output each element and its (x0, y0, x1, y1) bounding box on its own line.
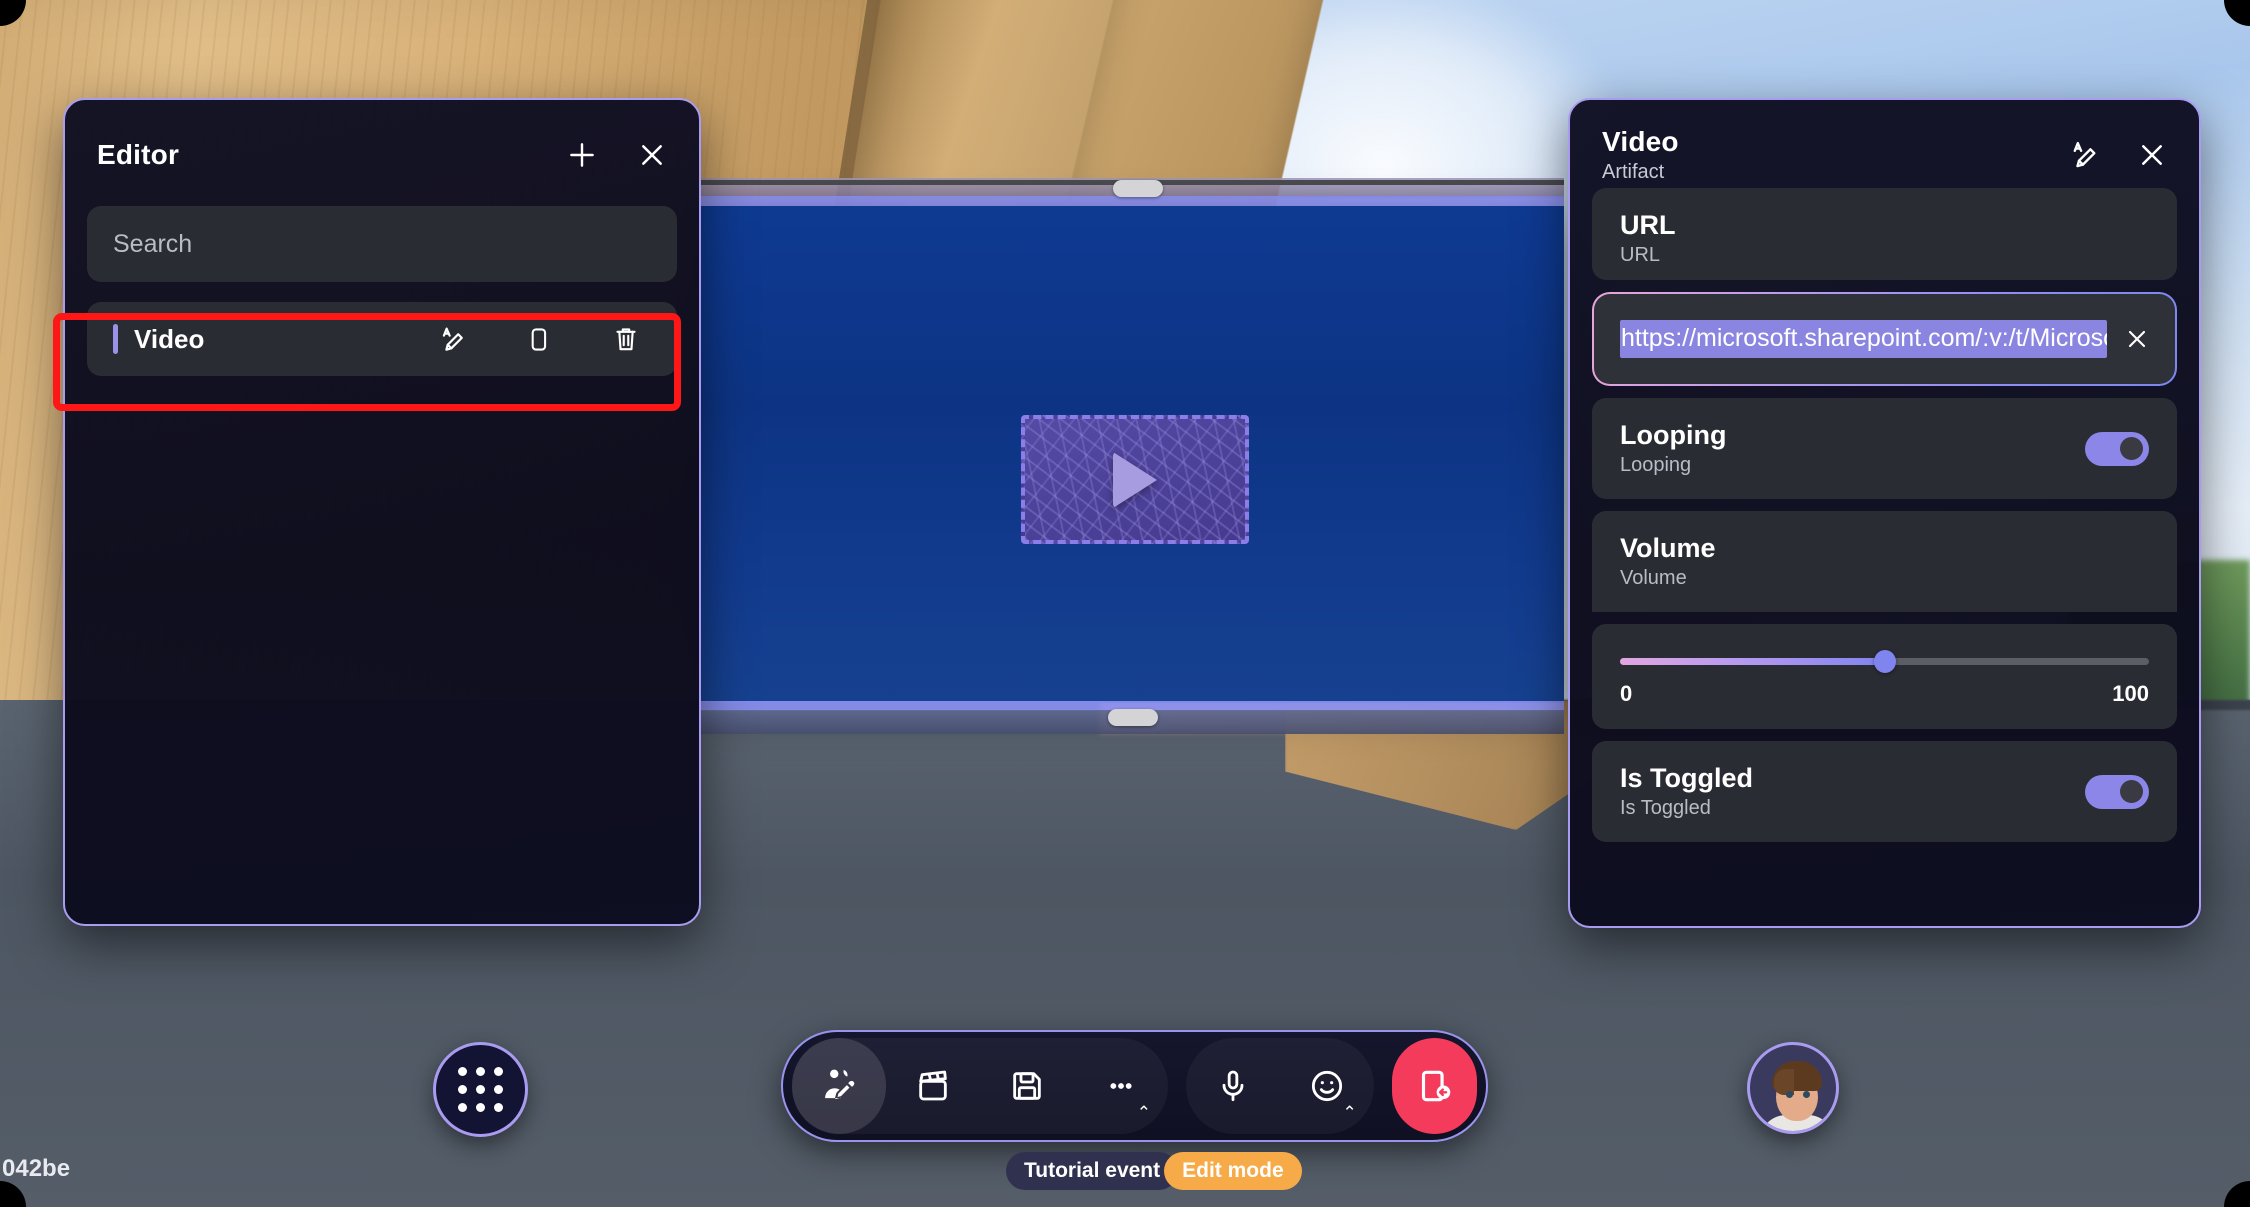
toolbar-group-right: ⌃ (1185, 1038, 1374, 1134)
toggle-knob (2120, 436, 2143, 460)
is-toggled-subtitle: Is Toggled (1620, 797, 1711, 819)
looping-subtitle: Looping (1620, 454, 1692, 476)
clear-url-icon[interactable] (2117, 319, 2157, 359)
url-property-card: URL URL (1592, 188, 2177, 280)
close-editor-button[interactable] (631, 134, 673, 176)
properties-panel-header: Video Artifact (1570, 100, 2199, 188)
bottom-toolbar: ⌃ ⌃ (781, 1030, 1488, 1142)
clapperboard-icon[interactable] (886, 1038, 980, 1134)
looping-property-card: Looping Looping (1592, 398, 2177, 499)
rename-pencil-icon[interactable] (429, 318, 471, 360)
play-icon (1113, 451, 1157, 508)
duplicate-icon[interactable] (517, 318, 559, 360)
volume-slider-fill (1620, 658, 1885, 665)
volume-max-label: 100 (2112, 681, 2149, 706)
url-input-value: https://microsoft.sharepoint.com/:v:/t/M… (1620, 320, 2107, 358)
user-avatar[interactable] (1747, 1042, 1839, 1134)
volume-min-label: 0 (1620, 681, 1633, 706)
microphone-icon[interactable] (1186, 1038, 1280, 1134)
selection-accent-bar (113, 324, 118, 354)
mode-badge: Edit mode (1164, 1152, 1302, 1190)
add-item-button[interactable] (561, 134, 603, 176)
emoji-icon[interactable]: ⌃ (1280, 1038, 1374, 1134)
rename-pencil-icon[interactable] (2061, 134, 2103, 176)
search-placeholder: Search (113, 229, 193, 258)
url-input[interactable]: https://microsoft.sharepoint.com/:v:/t/M… (1594, 294, 2175, 384)
properties-panel-title: Video (1602, 126, 1679, 157)
search-input[interactable]: Search (87, 206, 677, 282)
trash-icon[interactable] (605, 318, 647, 360)
editor-panel-header: Editor (65, 100, 699, 188)
properties-panel-subtitle: Artifact (1602, 161, 1665, 183)
is-toggled-property-card: Is Toggled Is Toggled (1592, 741, 2177, 842)
avatar-eye (1803, 1091, 1810, 1098)
drag-handle-bottom[interactable] (1108, 709, 1158, 726)
volume-slider-card: 0 100 (1592, 624, 2177, 729)
leave-icon[interactable] (1391, 1038, 1477, 1134)
url-input-wrapper: https://microsoft.sharepoint.com/:v:/t/M… (1592, 292, 2177, 386)
editor-item-list: Video (65, 282, 699, 376)
session-id-label: 042be (2, 1155, 71, 1182)
avatar-eye (1786, 1091, 1793, 1098)
is-toggled-title: Is Toggled (1620, 763, 1753, 793)
editor-panel-title: Editor (97, 139, 180, 170)
save-icon[interactable] (980, 1038, 1074, 1134)
looping-toggle[interactable] (2085, 431, 2149, 466)
url-property-title: URL (1620, 210, 1676, 240)
volume-title: Volume (1620, 533, 1716, 563)
volume-slider[interactable] (1620, 650, 2149, 673)
editor-panel: Editor Search Video (63, 98, 701, 926)
volume-slider-thumb[interactable] (1873, 650, 1896, 673)
close-properties-button[interactable] (2131, 134, 2173, 176)
toggle-knob (2120, 779, 2143, 803)
volume-property-card: Volume Volume (1592, 511, 2177, 612)
event-name-badge: Tutorial event (1006, 1152, 1179, 1190)
chevron-up-icon: ⌃ (1342, 1103, 1357, 1122)
edit-avatar-icon[interactable] (792, 1038, 886, 1134)
more-button[interactable]: ⌃ (1074, 1038, 1168, 1134)
artifact-properties-panel: Video Artifact URL URL https://microsoft… (1568, 98, 2201, 928)
list-item[interactable]: Video (87, 302, 677, 376)
looping-title: Looping (1620, 420, 1727, 450)
volume-subtitle: Volume (1620, 567, 1687, 589)
toolbar-group-left: ⌃ (792, 1038, 1168, 1134)
grid-dots (458, 1067, 503, 1112)
apps-grid-icon[interactable] (433, 1042, 528, 1137)
drag-handle-top[interactable] (1113, 180, 1163, 197)
status-pills: Tutorial event Edit mode (1006, 1152, 1302, 1190)
video-placeholder[interactable] (1021, 415, 1249, 544)
chevron-up-icon: ⌃ (1136, 1103, 1151, 1122)
url-property-subtitle: URL (1620, 244, 1661, 266)
list-item-label: Video (134, 323, 205, 354)
is-toggled-toggle[interactable] (2085, 774, 2149, 809)
